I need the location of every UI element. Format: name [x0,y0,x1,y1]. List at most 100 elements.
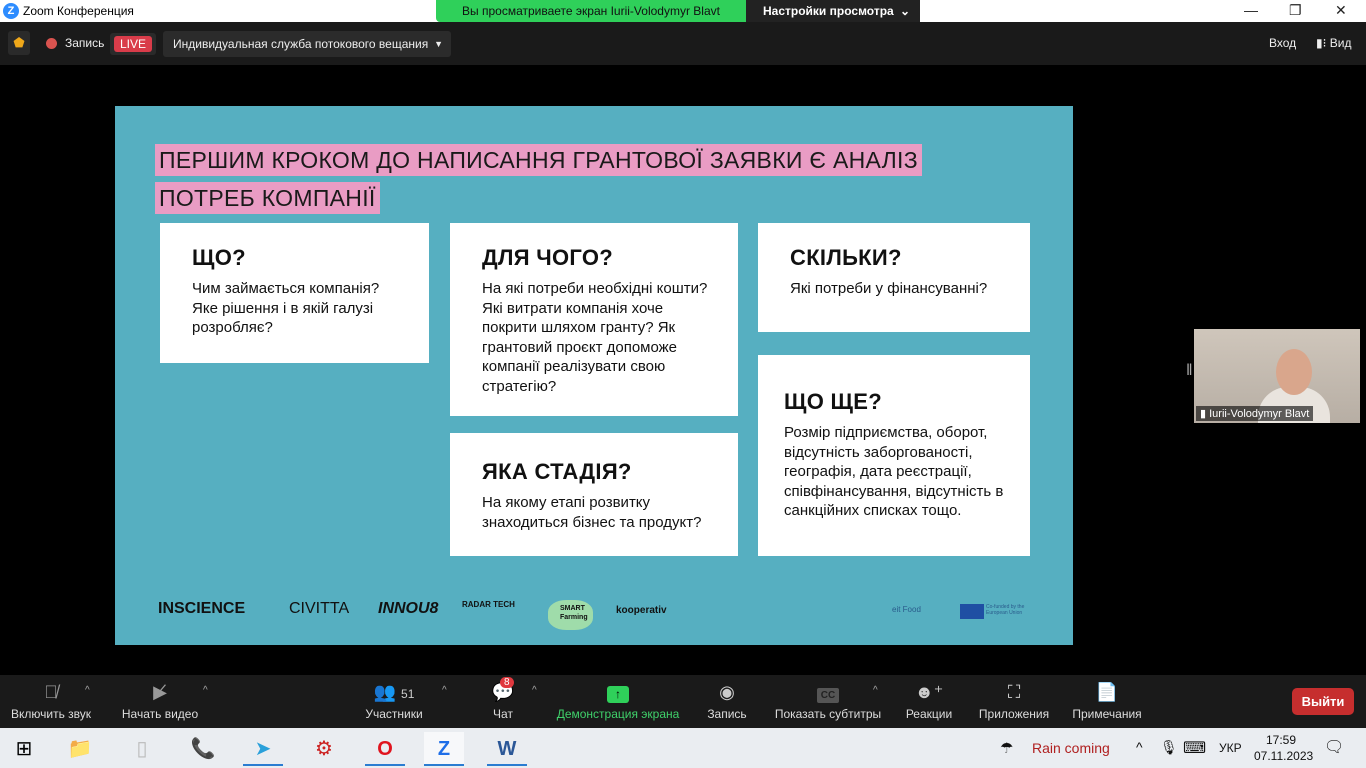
unmute-label: Включить звук [10,707,92,721]
unmute-button[interactable]: 🎙̸ Включить звук [8,675,94,728]
logo-inscience: INSCIENCE [158,600,246,617]
reactions-label: Реакции [905,707,953,721]
signal-icon: ▮ [1200,408,1210,420]
view-options-label: Настройки просмотра [763,4,894,18]
card-stage: ЯКА СТАДІЯ? На якому етапі розвитку знахо… [450,433,738,556]
share-screen-button[interactable]: ↑ Демонстрация экрана [555,675,681,728]
eu-flag-icon [960,604,984,619]
card-heading: ЩО ЩЕ? [784,389,882,414]
card-text: На які потреби необхідні кошти? Які витр… [482,280,708,395]
security-shield-icon[interactable]: ⬟ [8,31,30,55]
participants-options-caret[interactable]: ^ [442,685,447,696]
blank-document-icon[interactable]: ▯ [122,732,162,766]
maximize-button[interactable]: ❐ [1289,2,1302,19]
notes-icon: 📄 [1095,682,1119,702]
live-badge[interactable]: LIVE [110,33,156,55]
meeting-toolbar: 🎙̸ Включить звук ^ ▶̸ Начать видео ^ 👥 51 У… [0,675,1366,728]
leave-button[interactable]: Выйти [1292,688,1354,715]
video-options-caret[interactable]: ^ [203,685,208,696]
reactions-button[interactable]: ☻⁺ Реакции [904,675,954,728]
chevron-down-icon: ⌄ [899,4,910,18]
view-button[interactable]: ▮⁝ Вид [1316,36,1351,50]
weather-widget[interactable]: Rain coming [1032,740,1110,756]
participant-name-text: Iurii-Volodymyr Blavt [1209,408,1310,420]
captions-options-caret[interactable]: ^ [873,685,878,696]
logo-innou8: INNOU8 [378,600,439,617]
notes-label: Примечания [1072,707,1142,721]
logo-smart-farming: SMART Farming [548,600,593,630]
view-grid-icon: ▮⁝ [1316,36,1330,50]
meeting-top-bar: ⬟ Запись LIVE Индивидуальная служба пото… [0,22,1366,65]
video-off-icon: ▶̸ [153,682,167,702]
eu-text: Co-funded by the European Union [986,604,1025,616]
participants-icon: 👥 [373,682,397,702]
zoom-logo-icon: Z [3,3,19,19]
presentation-slide: ПЕРШИМ КРОКОМ ДО НАПИСАННЯ ГРАНТОВОЇ ЗАЯ… [115,106,1073,645]
card-text: Які потреби у фінансуванні? [790,280,988,297]
card-heading: ЩО? [192,245,246,270]
logo-eu-cofunded: Co-funded by the European Union [960,604,1032,619]
chat-badge: 8 [500,677,514,688]
participants-label: Участники [365,707,423,721]
panel-resize-handle[interactable]: ‖ [1186,362,1193,380]
login-button[interactable]: Вход [1269,36,1296,50]
chat-button[interactable]: 💬 8 Чат [488,675,518,728]
weather-umbrella-icon: ☂ [1000,740,1014,757]
record-label: Запись [707,707,747,721]
card-text: Розмір підприємства, оборот, відсутність… [784,424,1004,519]
start-video-button[interactable]: ▶̸ Начать видео [120,675,200,728]
notifications-icon[interactable]: 🗨 [1324,737,1344,757]
viber-icon[interactable]: 📞 [183,732,223,766]
language-indicator[interactable]: УКР [1219,741,1242,755]
word-icon[interactable]: W [487,732,527,766]
view-options-button[interactable]: Настройки просмотра ⌄ [746,0,920,22]
file-explorer-icon[interactable]: 📁 [60,732,100,766]
participant-video-tile[interactable]: ▮ Iurii-Volodymyr Blavt [1194,329,1360,423]
smiley-plus-icon: ☻⁺ [914,682,944,702]
clock-time: 17:59 [1265,733,1297,747]
tray-expand-icon[interactable]: ^ [1136,739,1143,755]
view-label: Вид [1329,36,1352,50]
apps-label: Приложения [978,707,1050,721]
logo-kooperativ: kooperativ [616,605,667,616]
card-how-much: СКІЛЬКИ? Які потреби у фінансуванні? [758,223,1030,332]
minimize-button[interactable]: — [1244,2,1258,18]
apps-icon: ⛶ [1007,682,1021,702]
participants-button[interactable]: 👥 51 Участники [362,675,426,728]
microphone-icon[interactable]: 🎙 [1160,739,1178,756]
chat-label: Чат [493,707,513,721]
window-title-bar: Z Zoom Конференция Вы просматриваете экр… [0,0,1366,22]
live-text: LIVE [114,36,152,52]
notes-button[interactable]: 📄 Примечания [1070,675,1144,728]
clock-date: 07.11.2023 [1254,749,1314,763]
captions-button[interactable]: CC Показать субтитры [774,675,882,728]
record-dot-icon [46,38,57,49]
muted-mic-icon: 🎙̸ [44,682,58,702]
slide-title-line2: ПОТРЕБ КОМПАНІЇ [155,182,380,214]
captions-label: Показать субтитры [774,707,882,721]
driver-booster-icon[interactable]: ⚙ [304,732,344,766]
cc-icon: CC [816,688,840,703]
card-heading: ЯКА СТАДІЯ? [482,459,632,484]
chat-options-caret[interactable]: ^ [532,685,537,696]
audio-options-caret[interactable]: ^ [85,685,90,696]
close-button[interactable]: ✕ [1335,2,1347,19]
telegram-icon[interactable]: ➤ [243,732,283,766]
record-icon: ◉ [719,682,735,702]
keyboard-icon[interactable]: ⌨ [1183,738,1206,758]
opera-icon[interactable]: O [365,732,405,766]
logo-radar-tech: RADAR TECH [462,600,515,609]
participants-count: 51 [401,687,415,701]
record-button[interactable]: ◉ Запись [705,675,749,728]
start-windows-icon[interactable]: ⊞ [4,732,44,766]
zoom-taskbar-icon[interactable]: Z [424,732,464,766]
apps-button[interactable]: ⛶ Приложения [976,675,1052,728]
share-banner: Вы просматриваете экран Iurii-Volodymyr … [436,0,746,22]
card-text: На якому етапі розвитку знаходиться бізн… [482,494,702,531]
clock[interactable]: 17:59 07.11.2023 [1254,732,1314,764]
card-what-else: ЩО ЩЕ? Розмір підприємства, оборот, відсу… [758,355,1030,556]
stream-service-dropdown[interactable]: Индивидуальная служба потокового вещания… [163,31,451,57]
start-video-label: Начать видео [121,707,199,721]
logo-civitta: CIVITTA [289,600,350,617]
card-what: ЩО? Чим займається компанія? Яке рішення … [160,223,429,363]
